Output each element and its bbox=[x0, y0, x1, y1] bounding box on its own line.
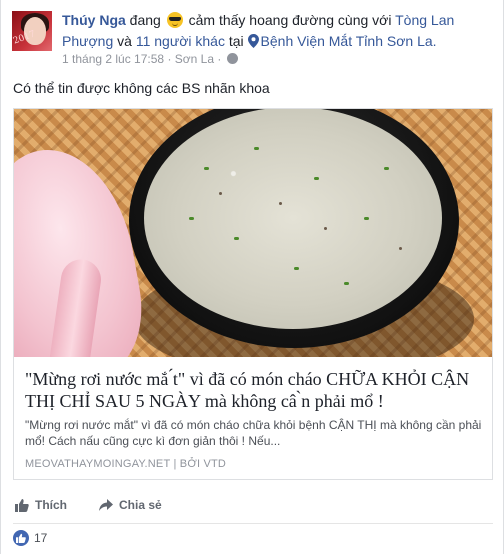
at-text: tại bbox=[228, 33, 244, 49]
pepper-speck bbox=[279, 202, 282, 205]
herb-speck bbox=[254, 147, 259, 150]
link-preview-body[interactable]: "Mừng rơi nước mắ ́t" vì đã có món cháo … bbox=[25, 368, 483, 470]
link-description: "Mừng rơi nước mắt" vì đã có món cháo ch… bbox=[25, 418, 482, 448]
globe-icon[interactable] bbox=[226, 53, 238, 64]
herb-speck bbox=[384, 167, 389, 170]
herb-speck bbox=[189, 217, 194, 220]
herb-speck bbox=[344, 282, 349, 285]
like-button[interactable]: Thích bbox=[15, 498, 67, 512]
link-source-separator: | bbox=[173, 458, 177, 470]
herb-speck bbox=[314, 177, 319, 180]
pepper-speck bbox=[219, 192, 222, 195]
share-arrow-icon bbox=[99, 499, 113, 511]
reaction-count[interactable]: 17 bbox=[34, 531, 47, 545]
share-button[interactable]: Chia sẻ bbox=[99, 498, 162, 512]
pepper-speck bbox=[399, 247, 402, 250]
meta-separator-2: · bbox=[217, 52, 222, 66]
porridge bbox=[144, 109, 442, 329]
post-card: 2017 Thúy Nga đang cảm thấy hoang đường … bbox=[0, 0, 504, 554]
pepper-speck bbox=[324, 227, 327, 230]
link-domain: MEOVATHAYMOINGAY.NET bbox=[25, 458, 171, 470]
thumbs-up-icon bbox=[15, 499, 29, 512]
place-link[interactable]: Bệnh Viện Mắt Tỉnh Sơn La. bbox=[261, 33, 437, 49]
herb-speck bbox=[294, 267, 299, 270]
share-label: Chia sẻ bbox=[119, 498, 162, 512]
post-text: Có thể tin được không các BS nhãn khoa bbox=[13, 80, 270, 96]
divider bbox=[13, 523, 493, 524]
herb-speck bbox=[364, 217, 369, 220]
herb-speck bbox=[204, 167, 209, 170]
like-reaction-icon bbox=[13, 530, 29, 546]
post-meta: 1 tháng 2 lúc 17:58 · Sơn La · bbox=[62, 52, 238, 66]
link-title[interactable]: "Mừng rơi nước mắ ́t" vì đã có món cháo … bbox=[25, 368, 483, 412]
herb-speck bbox=[234, 237, 239, 240]
post-header: Thúy Nga đang cảm thấy hoang đường cùng … bbox=[62, 10, 492, 52]
link-preview[interactable]: "Mừng rơi nước mắ ́t" vì đã có món cháo … bbox=[13, 108, 493, 480]
feeling-prefix: đang bbox=[129, 12, 161, 28]
action-bar: Thích Chia sẻ bbox=[13, 492, 493, 520]
author-name[interactable]: Thúy Nga bbox=[62, 12, 126, 28]
post-location[interactable]: Sơn La bbox=[175, 52, 214, 66]
cool-face-icon bbox=[166, 12, 183, 28]
link-preview-image[interactable] bbox=[14, 109, 492, 357]
link-author: BỞI VTD bbox=[179, 458, 227, 470]
link-source: MEOVATHAYMOINGAY.NET | BỞI VTD bbox=[25, 458, 483, 470]
reactions-summary[interactable]: 17 bbox=[13, 530, 47, 546]
like-label: Thích bbox=[35, 498, 67, 512]
author-avatar[interactable]: 2017 bbox=[12, 11, 52, 51]
post-time[interactable]: 1 tháng 2 lúc 17:58 bbox=[62, 52, 164, 66]
feeling-text: cảm thấy hoang đường cùng với bbox=[188, 12, 392, 28]
meta-separator: · bbox=[167, 52, 172, 66]
thumbs-up-icon bbox=[16, 533, 26, 543]
others-link[interactable]: 11 người khác bbox=[136, 33, 225, 49]
location-pin-icon bbox=[247, 34, 259, 48]
and-text: và bbox=[117, 33, 132, 49]
